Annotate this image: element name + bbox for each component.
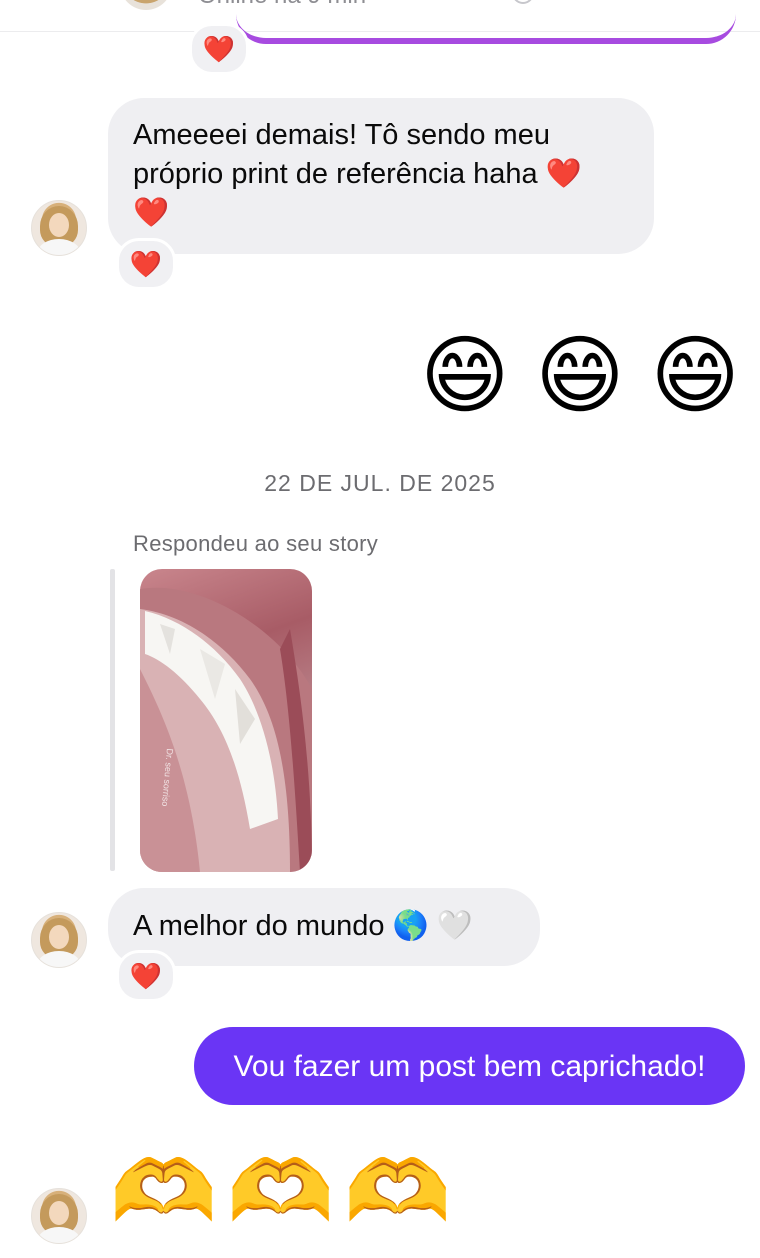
incoming-message-bubble[interactable]: Ameeeei demais! Tô sendo meu próprio pri… (108, 98, 654, 254)
contact-avatar[interactable] (31, 912, 87, 968)
story-thumbnail[interactable]: Dr. seu sorriso (140, 569, 312, 872)
grinning-face-icon: 😄 (420, 328, 510, 424)
previous-message-bubble[interactable] (236, 0, 736, 44)
outgoing-emoji-message[interactable]: 😄 😄 😄 (420, 326, 740, 426)
heart-hands-icon: 🫶 (344, 1144, 452, 1240)
message-text: Vou fazer um post bem caprichado! (233, 1049, 706, 1083)
story-reply-bar (110, 569, 115, 871)
message-text: A melhor do mundo 🌎 🤍 (133, 910, 473, 942)
heart-reaction-icon[interactable]: ❤️ (116, 950, 176, 1002)
message-text-line: Ameeeei demais! Tô sendo meu (133, 119, 550, 151)
header-avatar[interactable] (120, 0, 172, 10)
outgoing-message-bubble[interactable]: Vou fazer um post bem caprichado! (194, 1027, 745, 1105)
heart-reaction-icon[interactable]: ❤️ (116, 238, 176, 290)
heart-reaction-icon[interactable]: ❤️ (189, 23, 249, 75)
heart-hands-icon: 🫶 (110, 1144, 218, 1240)
grinning-face-icon: 😄 (535, 328, 625, 424)
message-text-line: próprio print de referência haha ❤️ (133, 158, 582, 190)
contact-avatar[interactable] (31, 1188, 87, 1244)
heart-hands-icon: 🫶 (227, 1144, 335, 1240)
grinning-face-icon: 😄 (650, 328, 740, 424)
incoming-message-bubble[interactable]: A melhor do mundo 🌎 🤍 (108, 888, 540, 966)
incoming-emoji-message[interactable]: 🫶 🫶 🫶 (110, 1142, 451, 1242)
contact-avatar[interactable] (31, 200, 87, 256)
message-text-line: ❤️ (133, 197, 170, 229)
story-reply-caption: Respondeu ao seu story (133, 531, 379, 556)
date-separator: 22 DE JUL. DE 2025 (264, 470, 496, 496)
smile-image (140, 587, 312, 872)
